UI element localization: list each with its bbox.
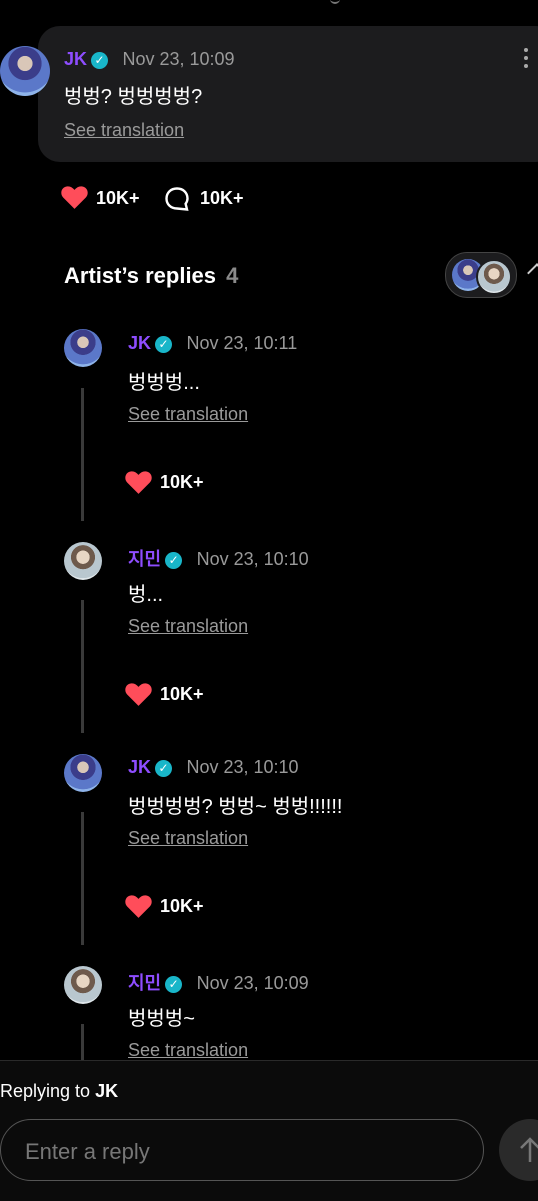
author-name[interactable]: 지민 — [128, 973, 161, 993]
reply-text: 벙... — [128, 584, 164, 606]
see-translation-link[interactable]: See translation — [128, 1040, 248, 1061]
heart-icon — [61, 186, 88, 209]
comment-bubble-icon — [165, 187, 189, 211]
comment-count: 10K+ — [200, 188, 244, 208]
author-name[interactable]: 지민 — [128, 549, 161, 569]
thread-line — [81, 1024, 84, 1060]
arrow-up-icon — [520, 1137, 538, 1162]
artist-replies-header[interactable]: Artist’s replies 4 — [64, 263, 238, 289]
like-button[interactable] — [124, 469, 153, 495]
like-count: 10K+ — [160, 896, 204, 916]
avatar[interactable] — [0, 46, 50, 96]
reply-text: 벙벙벙... — [128, 372, 200, 394]
see-translation-link[interactable]: See translation — [64, 120, 184, 141]
like-count: 10K+ — [160, 472, 204, 492]
reply-header: 지민 ✓ Nov 23, 10:09 — [128, 969, 309, 995]
avatar[interactable] — [64, 966, 102, 1004]
more-options-icon[interactable] — [524, 48, 530, 70]
artist-avatars-pill[interactable] — [445, 252, 517, 298]
reply-placeholder: Enter a reply — [25, 1139, 150, 1164]
like-count: 10K+ — [96, 188, 140, 208]
see-translation-link[interactable]: See translation — [128, 404, 248, 425]
avatar[interactable] — [64, 329, 102, 367]
avatar — [476, 259, 512, 295]
thread-line — [81, 812, 84, 945]
artist-replies-title: Artist’s replies — [64, 263, 217, 288]
reply-header: JK ✓ Nov 23, 10:10 — [128, 757, 299, 778]
verified-icon: ✓ — [155, 336, 173, 354]
reply-text: 벙벙벙벙? 벙벙~ 벙벙!!!!!! — [128, 796, 343, 818]
avatar[interactable] — [64, 754, 102, 792]
reply-text: 벙벙벙~ — [128, 1008, 195, 1030]
replying-to-label: Replying to JK — [0, 1081, 118, 1102]
like-button[interactable] — [124, 893, 153, 919]
timestamp: Nov 23, 10:11 — [186, 333, 298, 353]
comment-button[interactable] — [164, 186, 190, 217]
timestamp: Nov 23, 10:09 — [196, 973, 309, 993]
author-name[interactable]: JK — [128, 333, 151, 353]
timestamp: Nov 23, 10:10 — [186, 757, 299, 777]
verified-icon: ✓ — [155, 760, 173, 778]
verified-icon: ✓ — [165, 976, 183, 994]
verified-icon: ✓ — [91, 52, 109, 70]
thread-line — [81, 388, 84, 521]
heart-icon — [125, 895, 152, 918]
thread-line — [81, 600, 84, 733]
see-translation-link[interactable]: See translation — [128, 616, 248, 637]
like-button[interactable] — [124, 681, 153, 707]
reply-header: JK ✓ Nov 23, 10:11 — [128, 333, 297, 354]
post-text: 벙벙? 벙벙벙벙? — [64, 86, 203, 108]
replying-prefix: Replying to — [0, 1081, 91, 1101]
timestamp: Nov 23, 10:09 — [122, 49, 235, 69]
artist-replies-count: 4 — [226, 263, 239, 288]
reply-header: 지민 ✓ Nov 23, 10:10 — [128, 545, 309, 571]
avatar[interactable] — [64, 542, 102, 580]
reply-input[interactable]: Enter a reply — [0, 1119, 484, 1181]
heart-icon — [125, 471, 152, 494]
heart-icon — [125, 683, 152, 706]
verified-icon: ✓ — [165, 552, 183, 570]
chevron-up-icon[interactable] — [527, 263, 538, 283]
timestamp: Nov 23, 10:10 — [196, 549, 309, 569]
post-header: JK ✓ Nov 23, 10:09 — [64, 49, 235, 70]
replying-to-name: JK — [95, 1081, 119, 1101]
see-translation-link[interactable]: See translation — [128, 828, 248, 849]
like-button[interactable] — [60, 184, 89, 210]
status-glyph — [330, 0, 340, 4]
author-name[interactable]: JK — [128, 757, 151, 777]
like-count: 10K+ — [160, 684, 204, 704]
author-name[interactable]: JK — [64, 49, 87, 69]
